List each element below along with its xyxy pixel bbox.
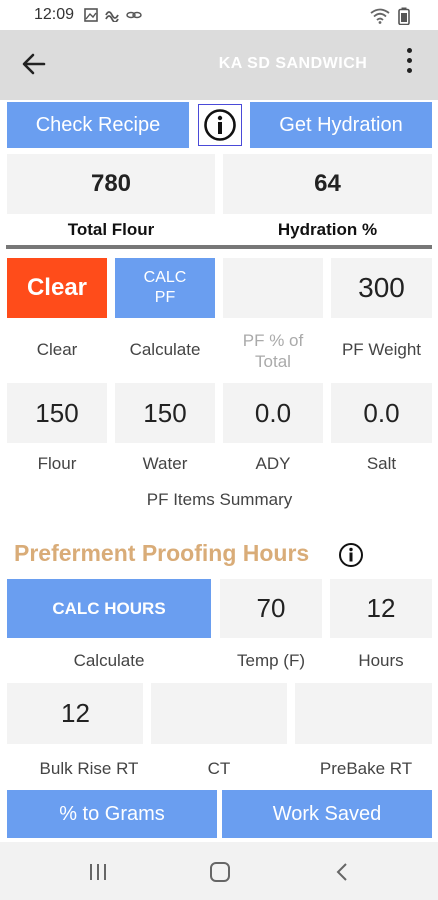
- back-nav-icon[interactable]: [333, 862, 353, 882]
- status-bar: 12:09: [0, 0, 438, 30]
- toolbar-title: KA SD SANDWICH: [218, 55, 368, 72]
- total-flour-field[interactable]: 780: [7, 154, 215, 214]
- home-icon[interactable]: [209, 861, 231, 883]
- pf-water-field[interactable]: 150: [115, 383, 215, 443]
- status-time: 12:09: [34, 6, 75, 23]
- gallery-icon: [84, 8, 98, 22]
- prebake-label: PreBake RT: [319, 759, 413, 778]
- check-recipe-button[interactable]: Check Recipe: [7, 102, 189, 148]
- work-saved-button[interactable]: Work Saved: [222, 790, 432, 838]
- calc-hours-button[interactable]: CALC HOURS: [7, 579, 211, 638]
- bulk-rise-field[interactable]: 12: [7, 683, 143, 744]
- battery-icon: [398, 7, 410, 25]
- back-arrow-icon[interactable]: [20, 50, 48, 78]
- wifi-icon: [370, 8, 390, 24]
- system-nav-bar: [0, 842, 438, 900]
- hours-field[interactable]: 12: [330, 579, 432, 638]
- calc-hours-label: Calculate: [73, 651, 145, 670]
- pf-percent-field[interactable]: [223, 258, 323, 318]
- get-hydration-button[interactable]: Get Hydration: [250, 102, 432, 148]
- pf-flour-field[interactable]: 150: [7, 383, 107, 443]
- ct-field[interactable]: [151, 683, 287, 744]
- total-flour-label: Total Flour: [67, 220, 155, 239]
- temp-label: Temp (F): [237, 651, 305, 670]
- pf-water-label: Water: [142, 454, 188, 473]
- app-toolbar: KA SD SANDWICH: [0, 30, 438, 100]
- pf-weight-field[interactable]: 300: [331, 258, 432, 318]
- recent-apps-icon[interactable]: [88, 862, 108, 882]
- overflow-menu-icon[interactable]: [400, 44, 418, 84]
- pf-flour-label: Flour: [37, 454, 77, 473]
- pf-ady-field[interactable]: 0.0: [223, 383, 323, 443]
- proofing-info-icon[interactable]: [338, 542, 364, 568]
- clear-label: Clear: [36, 340, 78, 359]
- proofing-heading: Preferment Proofing Hours: [14, 540, 310, 566]
- app-notification-icon: [105, 11, 119, 22]
- pf-ady-label: ADY: [255, 454, 291, 473]
- status-notification-icons: [84, 8, 142, 22]
- info-button[interactable]: [198, 104, 242, 146]
- info-icon: [204, 109, 236, 141]
- hydration-label: Hydration %: [277, 220, 378, 239]
- bulk-rise-label: Bulk Rise RT: [39, 759, 139, 778]
- ct-label: CT: [207, 759, 231, 778]
- temp-field[interactable]: 70: [220, 579, 322, 638]
- calculate-label: Calculate: [129, 340, 201, 359]
- pf-salt-field[interactable]: 0.0: [331, 383, 432, 443]
- pf-summary-label: PF Items Summary: [146, 490, 293, 509]
- section-divider: [6, 245, 432, 249]
- clear-button[interactable]: Clear: [7, 258, 107, 318]
- prebake-field[interactable]: [295, 683, 432, 744]
- calc-pf-button[interactable]: CALC PF: [115, 258, 215, 318]
- pf-percent-label: PF % of Total: [242, 331, 304, 371]
- to-grams-button[interactable]: % to Grams: [7, 790, 217, 838]
- status-system-icons: [370, 7, 410, 25]
- link-icon: [126, 11, 142, 19]
- pf-salt-label: Salt: [366, 454, 397, 473]
- pf-weight-label: PF Weight: [341, 340, 422, 359]
- hours-label: Hours: [358, 651, 404, 670]
- hydration-field[interactable]: 64: [223, 154, 432, 214]
